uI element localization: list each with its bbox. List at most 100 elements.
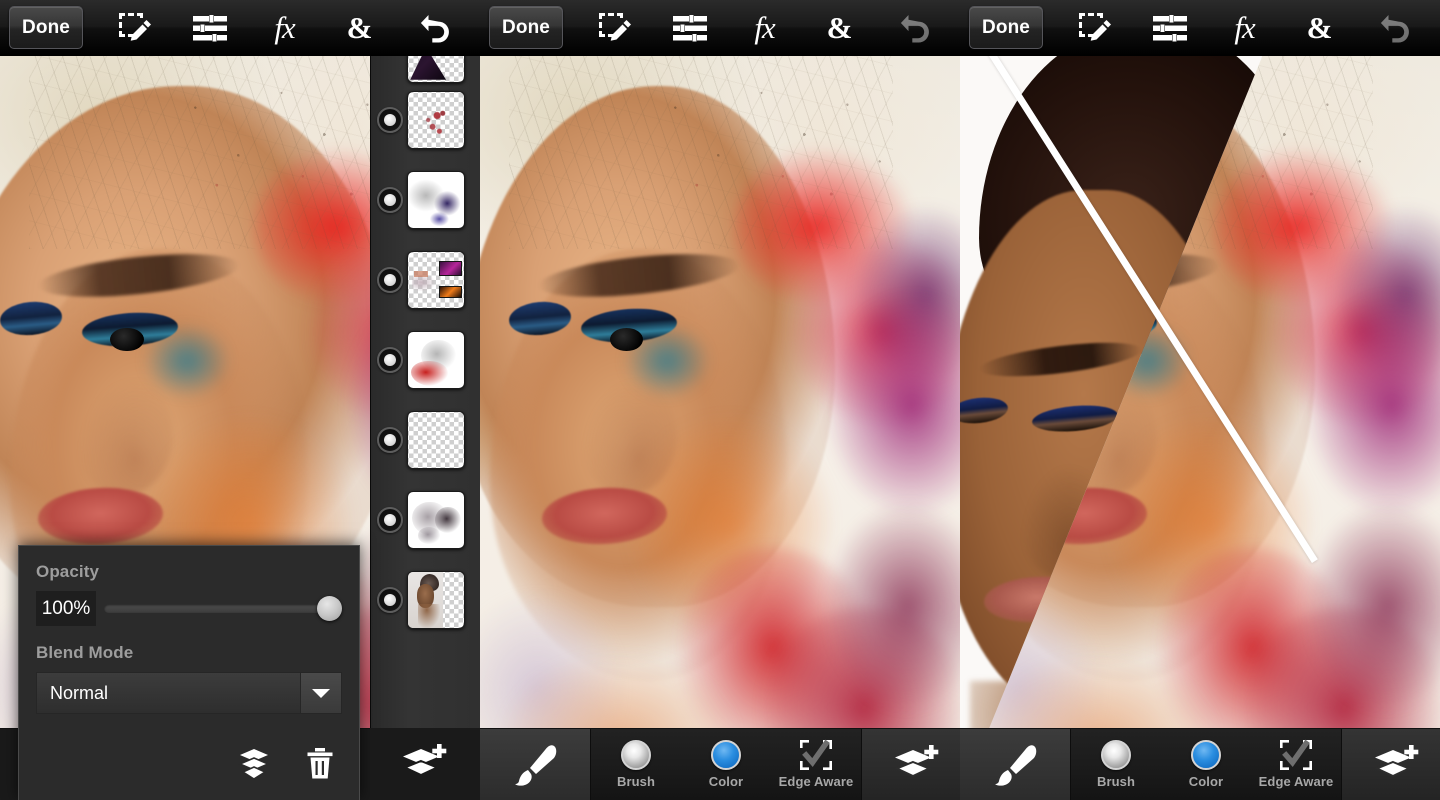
edge-aware-tool[interactable]: Edge Aware (771, 729, 861, 800)
layer-thumbnail[interactable] (407, 251, 465, 309)
canvas-area-2[interactable] (480, 56, 960, 800)
adjustments-icon[interactable] (1146, 6, 1194, 50)
canvas-area-3[interactable] (960, 56, 1440, 800)
brush-tool-label: Brush (1097, 774, 1135, 789)
layer-visibility-toggle[interactable] (377, 507, 403, 533)
top-toolbar-2: Done (480, 0, 960, 56)
edge-aware-tool-label: Edge Aware (1259, 774, 1334, 789)
toolbar-icon-group: fx & (563, 6, 960, 50)
bottom-toolbar-3: Brush Color Edge Aware (960, 728, 1440, 800)
table-row[interactable] (371, 56, 480, 80)
layer-visibility-toggle[interactable] (377, 587, 403, 613)
chevron-down-icon[interactable] (300, 672, 342, 714)
fx-icon[interactable]: fx (261, 6, 309, 50)
layer-thumbnail[interactable] (407, 171, 465, 229)
table-row[interactable] (371, 80, 480, 160)
ampersand-icon[interactable]: & (1296, 6, 1344, 50)
undo-icon[interactable] (1371, 6, 1419, 50)
adjustments-icon[interactable] (666, 6, 714, 50)
brush-button[interactable] (480, 729, 590, 800)
undo-icon[interactable] (891, 6, 939, 50)
adjustments-icon[interactable] (186, 6, 234, 50)
opacity-blend-popover[interactable]: Opacity 100% Blend Mode Normal (18, 545, 360, 800)
layer-thumbnail[interactable] (407, 491, 465, 549)
trash-icon (306, 748, 334, 780)
opacity-slider-knob[interactable] (317, 596, 342, 621)
color-tool-label: Color (709, 774, 743, 789)
artwork-image-3 (960, 56, 1440, 800)
artwork-image-2 (480, 56, 960, 800)
selection-edit-icon[interactable] (111, 6, 159, 50)
fx-icon[interactable]: fx (741, 6, 789, 50)
opacity-control-row: 100% (36, 591, 342, 626)
edge-aware-tool[interactable]: Edge Aware (1251, 729, 1341, 800)
blend-mode-value[interactable]: Normal (36, 672, 300, 714)
ampersand-icon[interactable]: & (816, 6, 864, 50)
selection-edit-icon[interactable] (1071, 6, 1119, 50)
add-layer-icon (401, 743, 449, 785)
table-row[interactable] (371, 560, 480, 640)
layer-thumbnail[interactable] (407, 571, 465, 629)
add-layer-icon (1373, 744, 1421, 786)
opacity-slider[interactable] (104, 593, 342, 625)
brush-tool[interactable]: Brush (591, 729, 681, 800)
tool-group-3: Brush Color Edge Aware (1070, 729, 1342, 800)
layer-thumbnail[interactable] (407, 56, 465, 83)
brush-tool-label: Brush (617, 774, 655, 789)
fx-icon[interactable]: fx (1221, 6, 1269, 50)
color-tool-label: Color (1189, 774, 1223, 789)
table-row[interactable] (371, 320, 480, 400)
table-row[interactable] (371, 240, 480, 320)
paintbrush-icon (510, 744, 560, 786)
toolbar-icon-group: fx & (1043, 6, 1440, 50)
layer-visibility-toggle[interactable] (377, 347, 403, 373)
add-layer-icon (893, 744, 941, 786)
opacity-slider-track (104, 604, 336, 613)
color-swatch-icon (711, 740, 741, 770)
layer-visibility-toggle[interactable] (377, 267, 403, 293)
brush-tool[interactable]: Brush (1071, 729, 1161, 800)
brush-button[interactable] (960, 729, 1070, 800)
popover-actions (232, 742, 342, 786)
add-layer-button[interactable] (862, 729, 960, 800)
opacity-label: Opacity (36, 562, 342, 582)
layer-visibility-toggle[interactable] (377, 107, 403, 133)
screen-panel-3: Done (960, 0, 1440, 800)
layer-visibility-toggle[interactable] (377, 427, 403, 453)
layer-thumbnail[interactable] (407, 331, 465, 389)
opacity-value[interactable]: 100% (36, 591, 96, 626)
top-toolbar-1: Done (0, 0, 480, 56)
blend-mode-label: Blend Mode (36, 643, 342, 663)
table-row[interactable] (371, 160, 480, 240)
selection-edit-icon[interactable] (591, 6, 639, 50)
add-layer-button[interactable] (370, 728, 480, 800)
layer-thumbnail[interactable] (407, 91, 465, 149)
done-button[interactable]: Done (489, 6, 563, 49)
ampersand-icon[interactable]: & (336, 6, 384, 50)
done-button[interactable]: Done (9, 6, 83, 49)
tool-group-2: Brush Color Edge Aware (590, 729, 862, 800)
delete-layer-button[interactable] (298, 742, 342, 786)
layer-visibility-toggle[interactable] (377, 187, 403, 213)
layers-list[interactable] (371, 56, 480, 728)
table-row[interactable] (371, 480, 480, 560)
merge-down-button[interactable] (232, 742, 276, 786)
table-row[interactable] (371, 400, 480, 480)
brush-swatch-icon (1101, 740, 1131, 770)
layers-rail[interactable] (370, 56, 480, 800)
color-tool[interactable]: Color (1161, 729, 1251, 800)
done-button[interactable]: Done (969, 6, 1043, 49)
top-toolbar-3: Done (960, 0, 1440, 56)
edge-aware-icon (800, 740, 832, 770)
layer-thumbnail[interactable] (407, 411, 465, 469)
paintbrush-icon (990, 744, 1040, 786)
merge-down-icon (237, 748, 271, 780)
color-swatch-icon (1191, 740, 1221, 770)
app-stage: Opacity 100% Blend Mode Normal (0, 0, 1440, 800)
undo-icon[interactable] (411, 6, 459, 50)
blend-mode-select[interactable]: Normal (36, 672, 342, 714)
color-tool[interactable]: Color (681, 729, 771, 800)
edge-aware-tool-label: Edge Aware (779, 774, 854, 789)
add-layer-button[interactable] (1342, 729, 1440, 800)
screen-panel-2: Done (480, 0, 960, 800)
